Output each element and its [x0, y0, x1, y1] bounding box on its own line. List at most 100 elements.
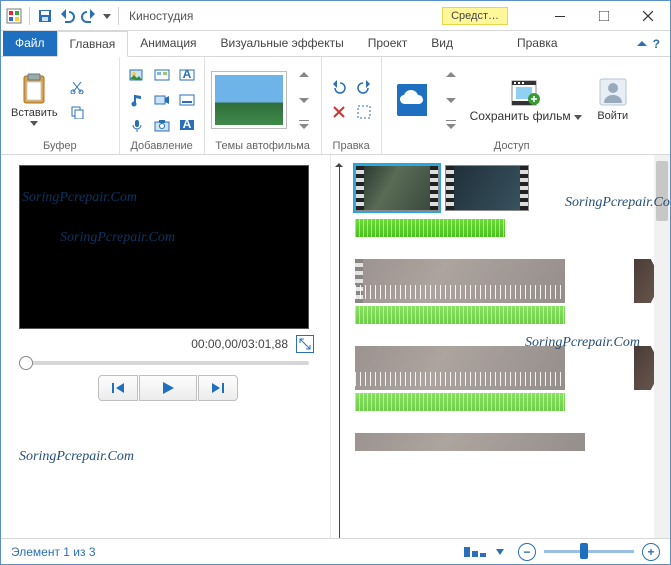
clipboard-icon: [18, 73, 50, 105]
add-video-photo-icon[interactable]: [126, 64, 148, 86]
video-preview[interactable]: SoringPcrepair.Com SoringPcrepair.Com: [19, 165, 309, 329]
add-credits-icon[interactable]: A: [176, 114, 198, 136]
qat-dropdown-icon[interactable]: [102, 7, 112, 25]
playhead-line[interactable]: [339, 165, 340, 539]
seek-bar[interactable]: [19, 355, 309, 375]
title-bar: Киностудия Средст…: [1, 1, 670, 31]
zoom-out-button[interactable]: −: [518, 543, 536, 561]
next-frame-button[interactable]: [198, 375, 238, 401]
copy-icon[interactable]: [66, 101, 88, 123]
onedrive-icon: [395, 84, 427, 116]
tab-file[interactable]: Файл: [3, 31, 57, 56]
share-scroll-down-icon[interactable]: [440, 89, 462, 111]
maximize-button[interactable]: [582, 2, 626, 30]
add-music-icon[interactable]: [126, 89, 148, 111]
tab-visual-effects[interactable]: Визуальные эффекты: [209, 31, 356, 56]
zoom-in-button[interactable]: +: [642, 543, 660, 561]
ribbon-collapse-icon[interactable]: [637, 39, 647, 49]
tab-project[interactable]: Проект: [356, 31, 420, 56]
theme-scroll-down-icon[interactable]: [293, 89, 315, 111]
signin-button[interactable]: Войти: [590, 74, 636, 124]
share-gallery-expand-icon[interactable]: [440, 114, 462, 136]
timeline-segment-1: [355, 165, 648, 237]
audio-waveform[interactable]: [355, 219, 505, 237]
video-clip-faded[interactable]: [355, 346, 565, 390]
add-photo-icon[interactable]: [151, 64, 173, 86]
group-label-buffer: Буфер: [7, 138, 113, 152]
ribbon-group-clipboard: Вставить Буфер: [1, 57, 120, 154]
chevron-down-icon[interactable]: [496, 549, 504, 555]
watermark-text: SoringPcrepair.Com: [19, 449, 134, 465]
share-gallery-scroll: [440, 64, 462, 136]
timeline[interactable]: [331, 155, 654, 539]
tab-edit[interactable]: Правка: [505, 31, 570, 56]
timecode-row: 00:00,00/03:01,88: [19, 329, 316, 355]
group-label-edit: Правка: [328, 138, 375, 152]
add-narration-icon[interactable]: [126, 114, 148, 136]
undo-icon[interactable]: [58, 7, 76, 25]
clipboard-mini-buttons: [66, 76, 113, 123]
ribbon-tab-row: Файл Главная Анимация Визуальные эффекты…: [1, 31, 670, 57]
audio-waveform[interactable]: [355, 306, 565, 324]
chevron-down-icon: [30, 121, 38, 126]
video-clip-faded[interactable]: [355, 433, 585, 451]
tab-home[interactable]: Главная: [57, 31, 129, 57]
group-label-themes: Темы автофильма: [211, 138, 315, 152]
zoom-slider[interactable]: [544, 550, 634, 553]
timeline-segment-4: [355, 433, 648, 451]
tab-view[interactable]: Вид: [419, 31, 465, 56]
storyboard-pane: SoringPcrepair.Com SoringPcrepair.Com: [331, 155, 670, 539]
rotate-right-icon[interactable]: [353, 76, 375, 98]
contextual-tab-tools[interactable]: Средст…: [442, 7, 508, 25]
user-icon: [597, 76, 629, 108]
onedrive-button[interactable]: [388, 82, 434, 118]
rotate-left-icon[interactable]: [328, 76, 350, 98]
close-button[interactable]: [626, 2, 670, 30]
video-clip-faded[interactable]: [355, 259, 565, 303]
watermark-text: SoringPcrepair.Com: [22, 190, 137, 206]
prev-frame-button[interactable]: [98, 375, 138, 401]
save-icon[interactable]: [36, 7, 54, 25]
preview-pane: SoringPcrepair.Com SoringPcrepair.Com 00…: [1, 155, 331, 539]
share-scroll-up-icon[interactable]: [440, 64, 462, 86]
tab-animation[interactable]: Анимация: [128, 31, 208, 56]
paste-button[interactable]: Вставить: [7, 71, 62, 128]
delete-icon[interactable]: [328, 101, 350, 123]
select-all-icon[interactable]: [353, 101, 375, 123]
window-controls: [538, 2, 670, 30]
window-title: Киностудия: [129, 9, 193, 23]
vertical-scrollbar[interactable]: [654, 155, 670, 539]
add-mini-buttons: A A: [126, 64, 198, 136]
add-snapshot-icon[interactable]: [151, 114, 173, 136]
scrollbar-thumb[interactable]: [656, 161, 668, 221]
theme-gallery-expand-icon[interactable]: [293, 114, 315, 136]
timeline-segment-2: [355, 259, 648, 324]
video-clip[interactable]: [355, 165, 439, 211]
thumbnail-size-icon[interactable]: [464, 547, 486, 557]
timecode: 00:00,00/03:01,88: [191, 337, 288, 351]
audio-waveform[interactable]: [355, 393, 565, 411]
fullscreen-icon[interactable]: [296, 335, 314, 353]
seek-thumb[interactable]: [19, 356, 33, 370]
theme-scroll-up-icon[interactable]: [293, 64, 315, 86]
add-caption-icon[interactable]: [176, 89, 198, 111]
redo-icon[interactable]: [80, 7, 98, 25]
minimize-button[interactable]: [538, 2, 582, 30]
app-icon[interactable]: [5, 7, 23, 25]
watermark-text: SoringPcrepair.Com: [60, 230, 175, 246]
signin-label: Войти: [597, 110, 628, 122]
svg-text:A: A: [182, 118, 191, 131]
video-clip[interactable]: [445, 165, 529, 211]
add-webcam-icon[interactable]: [151, 89, 173, 111]
add-title-icon[interactable]: A: [176, 64, 198, 86]
save-movie-button[interactable]: Сохранить фильм: [466, 74, 586, 125]
ribbon-group-themes: Темы автофильма: [205, 57, 322, 154]
automovie-theme-thumb[interactable]: [211, 71, 287, 129]
ribbon: Вставить Буфер A A: [1, 57, 670, 155]
ribbon-group-add: A A Добавление: [120, 57, 205, 154]
transport-controls: [19, 375, 316, 401]
cut-icon[interactable]: [66, 76, 88, 98]
zoom-thumb[interactable]: [580, 543, 588, 559]
help-icon[interactable]: ?: [653, 37, 660, 51]
play-button[interactable]: [139, 375, 197, 401]
